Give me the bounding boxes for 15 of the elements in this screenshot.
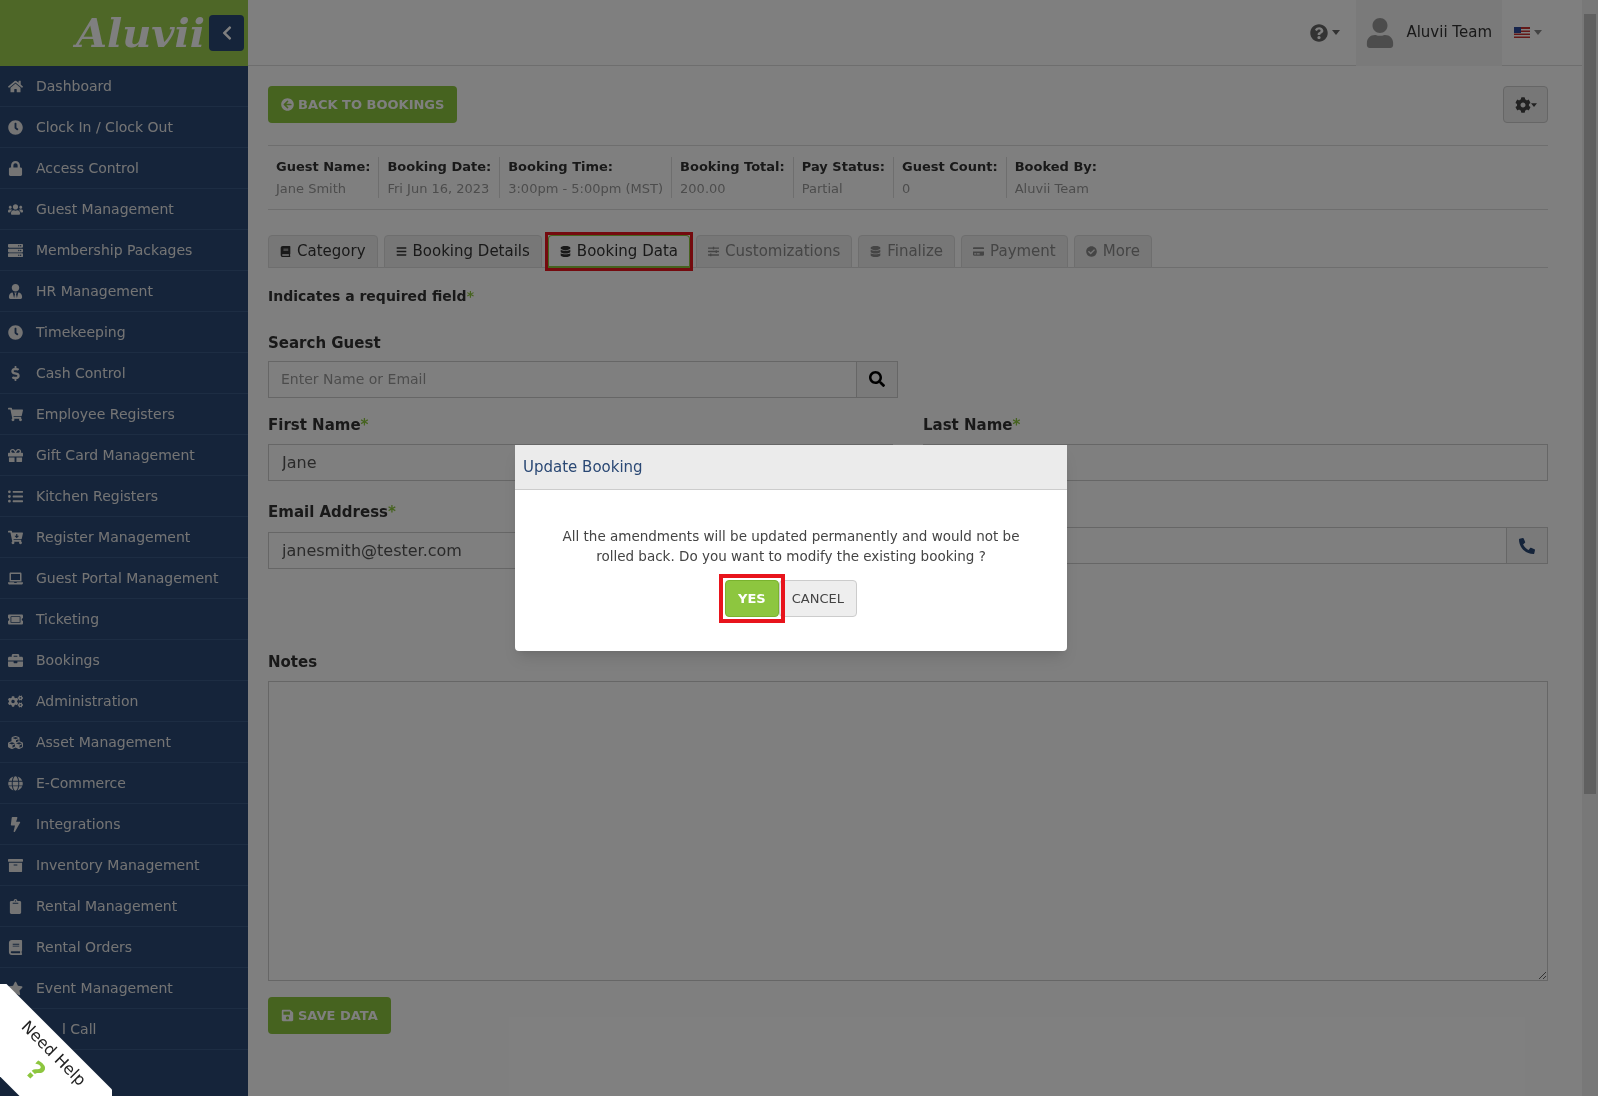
field-label: Search Guest [268, 333, 382, 354]
summary-label: Booking Total: [680, 158, 785, 176]
summary-label: Booked By: [1014, 158, 1097, 176]
summary-label: Guest Count: [902, 158, 998, 176]
summary-label: Booking Date: [387, 158, 492, 176]
summary-label: Pay Status: [801, 158, 886, 176]
dialog-message: All the amendments will be updated permanently and would not be rolled back. Do you want to modify the existing booking ? [561, 527, 1021, 566]
field-label: First Name* [268, 414, 370, 436]
field-label: Notes [268, 651, 319, 673]
dialog-title: Update Booking [523, 456, 643, 478]
field-label: Email Address* [268, 502, 397, 523]
required-field-note: Indicates a required field* [268, 287, 475, 306]
summary-label: Booking Time: [508, 158, 615, 176]
summary-label: Guest Name: [276, 158, 371, 176]
field-label: Last Name* [923, 414, 1022, 436]
